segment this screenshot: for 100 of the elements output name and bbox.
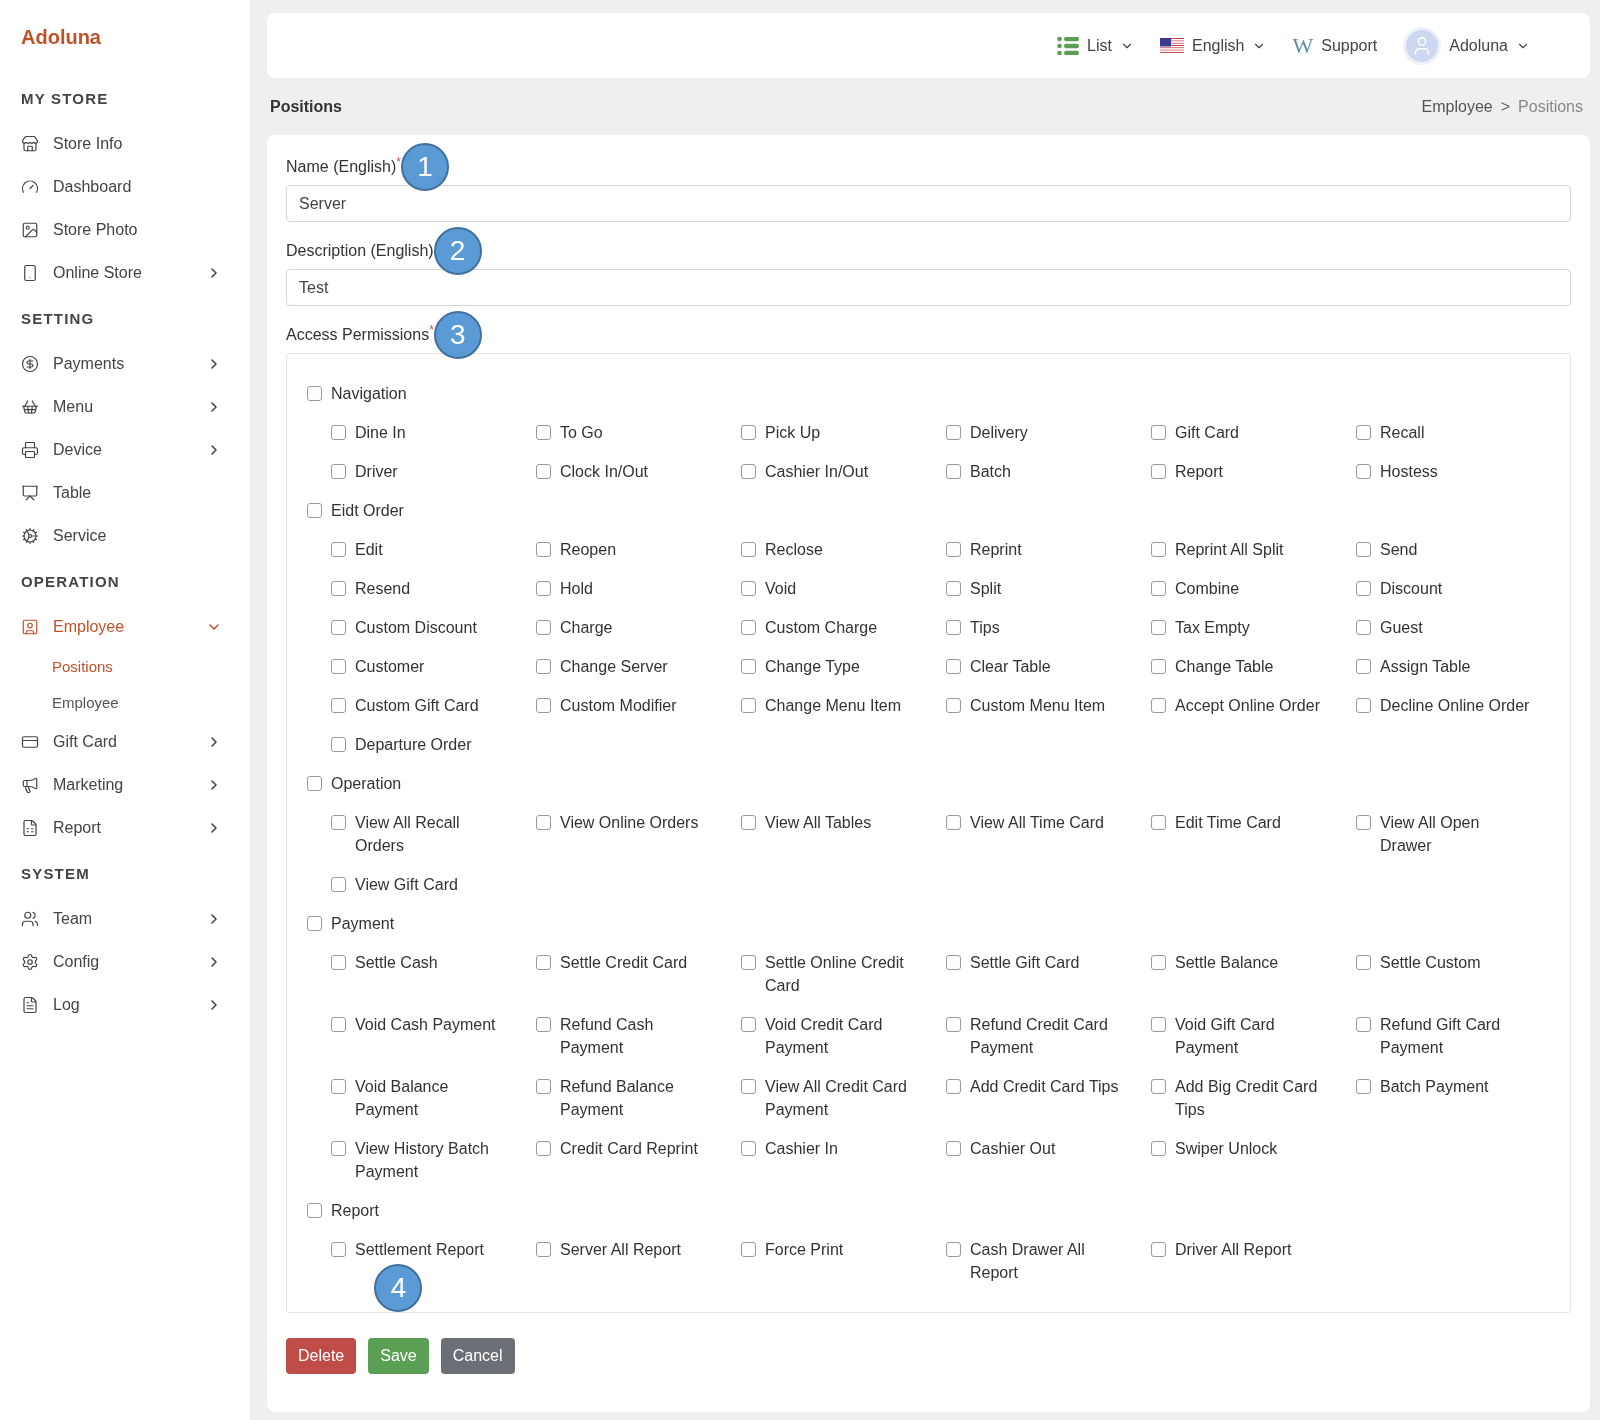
sidebar-item[interactable]: Marketing <box>0 763 250 806</box>
checkbox[interactable] <box>946 425 961 440</box>
sidebar-item[interactable]: Report <box>0 806 250 849</box>
checkbox[interactable] <box>946 620 961 635</box>
checkbox[interactable] <box>536 955 551 970</box>
checkbox[interactable] <box>741 1017 756 1032</box>
checkbox[interactable] <box>536 698 551 713</box>
checkbox[interactable] <box>946 1242 961 1257</box>
sidebar-item[interactable]: Gift Card <box>0 720 250 763</box>
checkbox[interactable] <box>1151 1079 1166 1094</box>
checkbox[interactable] <box>536 659 551 674</box>
checkbox[interactable] <box>741 698 756 713</box>
checkbox[interactable] <box>1356 815 1371 830</box>
sidebar-item[interactable]: Dashboard <box>0 165 250 208</box>
checkbox[interactable] <box>307 916 322 931</box>
checkbox[interactable] <box>536 1079 551 1094</box>
support-link[interactable]: W Support <box>1292 32 1378 59</box>
checkbox[interactable] <box>741 1079 756 1094</box>
checkbox[interactable] <box>741 425 756 440</box>
checkbox[interactable] <box>307 1203 322 1218</box>
checkbox[interactable] <box>1151 815 1166 830</box>
checkbox[interactable] <box>1356 542 1371 557</box>
checkbox[interactable] <box>1356 425 1371 440</box>
sidebar-item[interactable]: Menu <box>0 385 250 428</box>
checkbox[interactable] <box>1151 1141 1166 1156</box>
checkbox[interactable] <box>741 581 756 596</box>
checkbox[interactable] <box>741 1141 756 1156</box>
sidebar-item[interactable]: Store Info <box>0 122 250 165</box>
checkbox[interactable] <box>1356 659 1371 674</box>
sidebar-item[interactable]: Config <box>0 940 250 983</box>
checkbox[interactable] <box>307 776 322 791</box>
sidebar-item[interactable]: Log <box>0 983 250 1026</box>
checkbox[interactable] <box>536 1017 551 1032</box>
checkbox[interactable] <box>331 815 346 830</box>
checkbox[interactable] <box>331 877 346 892</box>
checkbox[interactable] <box>1151 581 1166 596</box>
action-button[interactable]: Cancel <box>440 1338 515 1374</box>
checkbox[interactable] <box>1356 698 1371 713</box>
checkbox[interactable] <box>1151 698 1166 713</box>
checkbox[interactable] <box>536 620 551 635</box>
checkbox[interactable] <box>331 464 346 479</box>
checkbox[interactable] <box>307 386 322 401</box>
sidebar-item[interactable]: Device <box>0 428 250 471</box>
checkbox[interactable] <box>331 955 346 970</box>
text-field[interactable]: Test <box>286 269 1571 306</box>
checkbox[interactable] <box>307 503 322 518</box>
submenu-item[interactable]: Employee <box>0 684 250 720</box>
checkbox[interactable] <box>1151 1017 1166 1032</box>
checkbox[interactable] <box>331 1141 346 1156</box>
brand-logo[interactable]: Adoluna <box>0 0 250 74</box>
checkbox[interactable] <box>331 1079 346 1094</box>
checkbox[interactable] <box>741 1242 756 1257</box>
sidebar-item[interactable]: Payments <box>0 342 250 385</box>
checkbox[interactable] <box>1151 425 1166 440</box>
checkbox[interactable] <box>331 1242 346 1257</box>
language-menu[interactable]: English <box>1160 36 1267 55</box>
checkbox[interactable] <box>1356 1079 1371 1094</box>
checkbox[interactable] <box>946 698 961 713</box>
checkbox[interactable] <box>331 620 346 635</box>
checkbox[interactable] <box>1356 1017 1371 1032</box>
checkbox[interactable] <box>741 542 756 557</box>
checkbox[interactable] <box>1151 620 1166 635</box>
checkbox[interactable] <box>1151 955 1166 970</box>
checkbox[interactable] <box>536 425 551 440</box>
checkbox[interactable] <box>331 581 346 596</box>
checkbox[interactable] <box>1356 955 1371 970</box>
checkbox[interactable] <box>1151 659 1166 674</box>
checkbox[interactable] <box>536 1141 551 1156</box>
checkbox[interactable] <box>946 815 961 830</box>
sidebar-item[interactable]: Table <box>0 471 250 514</box>
checkbox[interactable] <box>946 542 961 557</box>
sidebar-item[interactable]: Online Store <box>0 251 250 294</box>
sidebar-item[interactable]: Service <box>0 514 250 557</box>
checkbox[interactable] <box>1151 1242 1166 1257</box>
checkbox[interactable] <box>1151 542 1166 557</box>
submenu-item[interactable]: Positions <box>0 648 250 684</box>
checkbox[interactable] <box>536 1242 551 1257</box>
action-button[interactable]: Delete <box>286 1338 357 1374</box>
sidebar-item[interactable]: Team <box>0 897 250 940</box>
breadcrumb-link[interactable]: Employee <box>1421 97 1493 116</box>
checkbox[interactable] <box>536 815 551 830</box>
checkbox[interactable] <box>331 425 346 440</box>
sidebar-item[interactable]: Store Photo <box>0 208 250 251</box>
checkbox[interactable] <box>1356 581 1371 596</box>
checkbox[interactable] <box>536 464 551 479</box>
checkbox[interactable] <box>331 542 346 557</box>
checkbox[interactable] <box>331 1017 346 1032</box>
checkbox[interactable] <box>946 581 961 596</box>
checkbox[interactable] <box>1356 620 1371 635</box>
checkbox[interactable] <box>741 955 756 970</box>
sidebar-item[interactable]: Employee <box>0 605 250 648</box>
checkbox[interactable] <box>331 698 346 713</box>
checkbox[interactable] <box>741 464 756 479</box>
user-menu[interactable]: Adoluna <box>1403 26 1530 65</box>
checkbox[interactable] <box>331 659 346 674</box>
checkbox[interactable] <box>946 1141 961 1156</box>
text-field[interactable]: Server <box>286 185 1571 222</box>
checkbox[interactable] <box>741 620 756 635</box>
checkbox[interactable] <box>1356 464 1371 479</box>
list-menu[interactable]: List <box>1057 36 1134 55</box>
